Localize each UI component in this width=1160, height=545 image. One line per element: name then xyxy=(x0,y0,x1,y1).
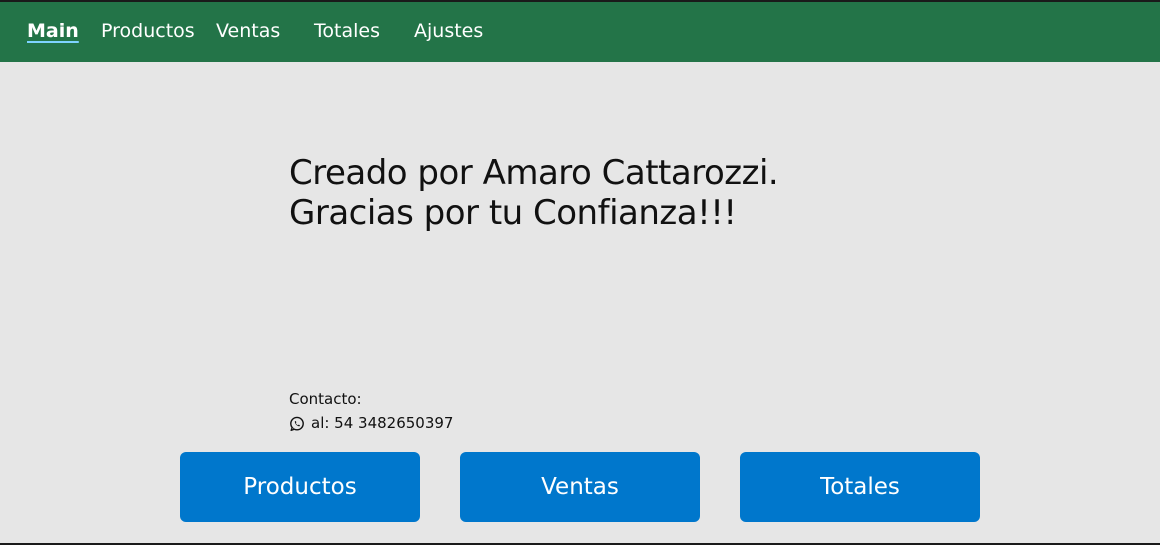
nav-item-ventas[interactable]: Ventas xyxy=(216,18,280,44)
nav-item-main[interactable]: Main xyxy=(27,18,79,44)
top-navbar: Main Productos Ventas Totales Ajustes xyxy=(0,2,1160,62)
contact-phone-row: al: 54 3482650397 xyxy=(289,411,453,435)
contact-phone: al: 54 3482650397 xyxy=(311,414,454,432)
totales-button[interactable]: Totales xyxy=(740,452,980,522)
credits-line-1: Creado por Amaro Cattarozzi. xyxy=(289,153,779,193)
contact-info: Contacto: al: 54 3482650397 xyxy=(289,387,453,435)
nav-item-ajustes[interactable]: Ajustes xyxy=(414,18,483,44)
nav-item-productos[interactable]: Productos xyxy=(101,18,195,44)
credits-heading: Creado por Amaro Cattarozzi. Gracias por… xyxy=(289,153,779,233)
ventas-button[interactable]: Ventas xyxy=(460,452,700,522)
whatsapp-icon xyxy=(289,415,305,432)
nav-item-totales[interactable]: Totales xyxy=(314,18,380,44)
productos-button[interactable]: Productos xyxy=(180,452,420,522)
credits-line-2: Gracias por tu Confianza!!! xyxy=(289,193,737,233)
contact-label: Contacto: xyxy=(289,390,362,408)
